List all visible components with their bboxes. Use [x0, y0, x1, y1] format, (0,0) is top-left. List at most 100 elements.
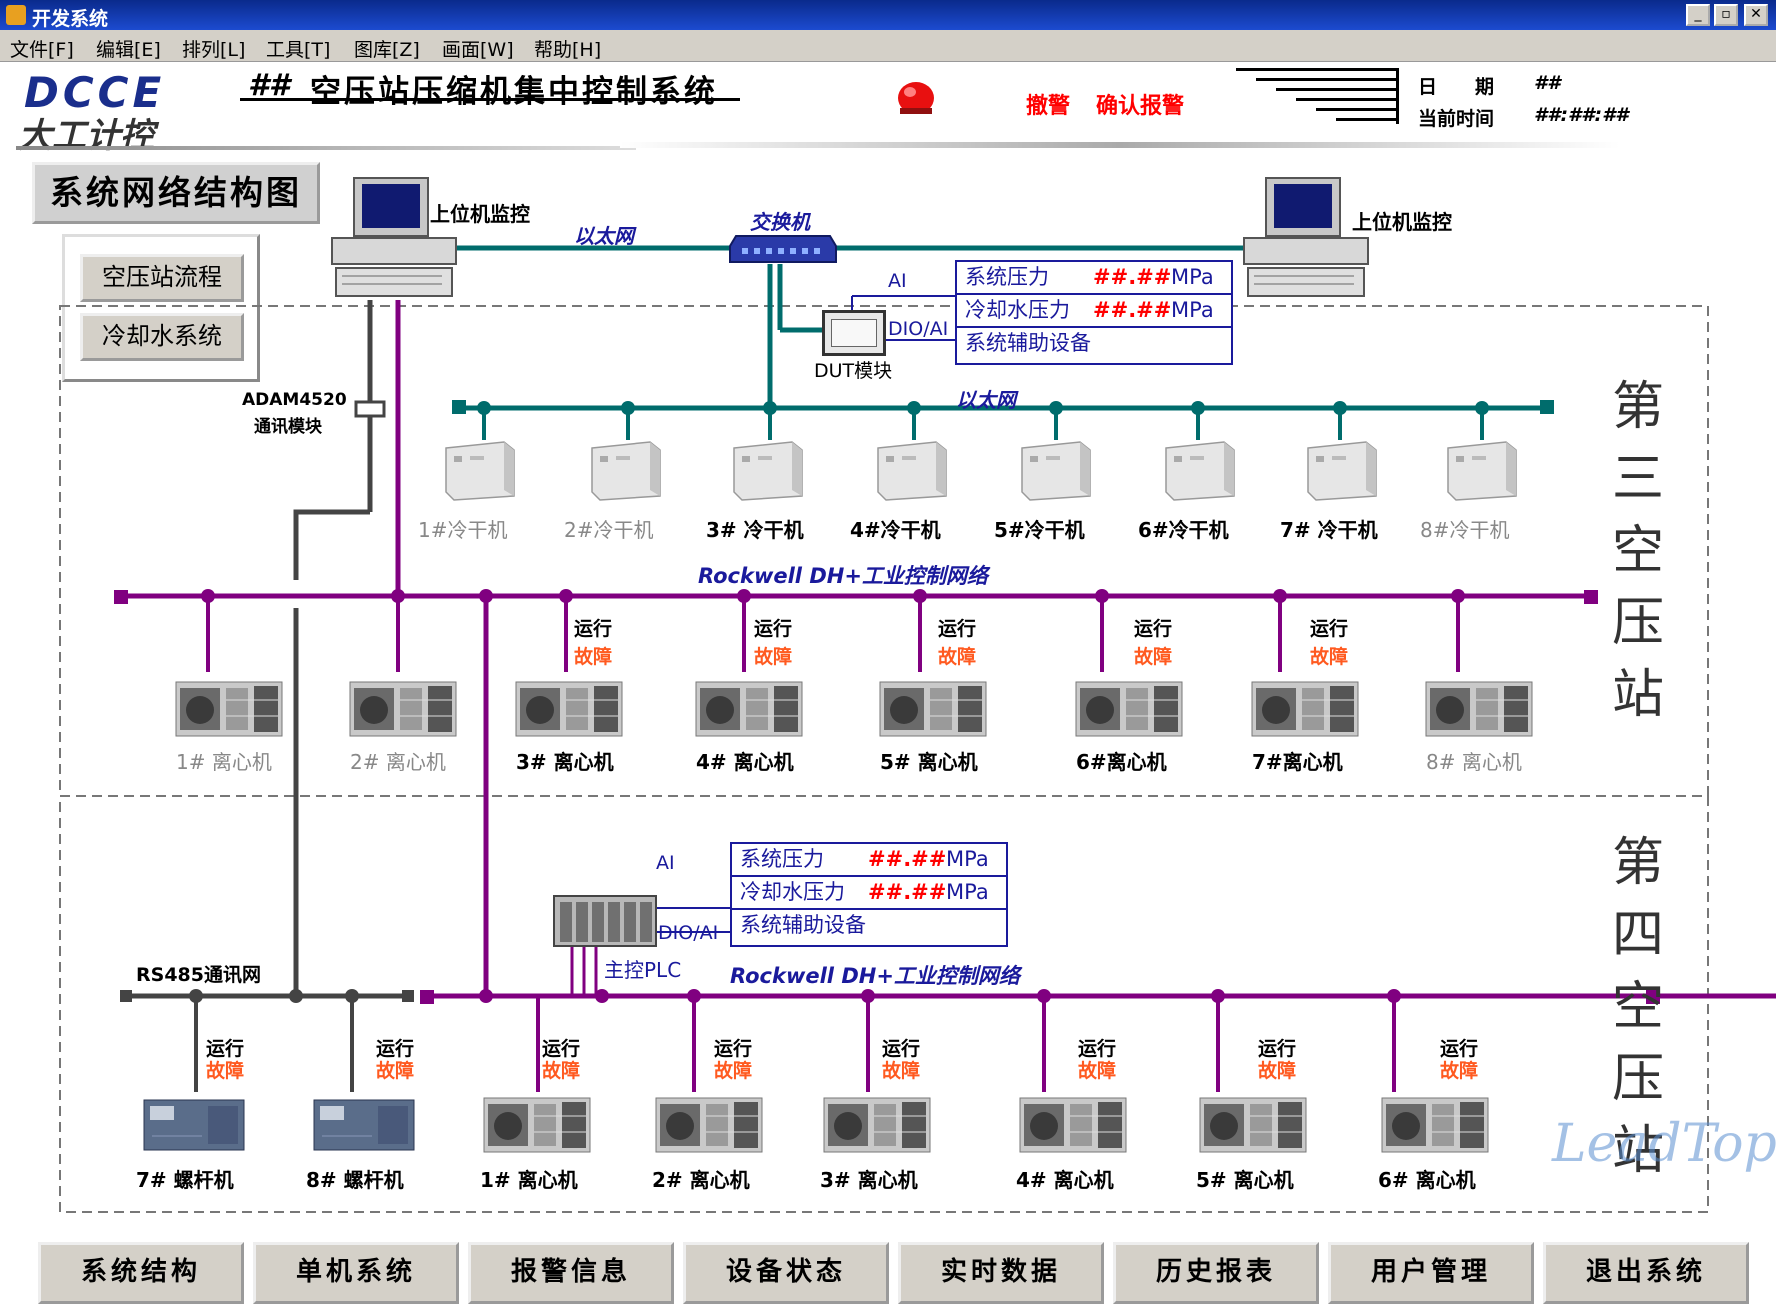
dryer-label: 7# 冷干机: [1280, 518, 1378, 542]
dryer-label: 4#冷干机: [850, 518, 941, 542]
station-label-char: 三: [1612, 449, 1665, 509]
centrifugal-label: 2# 离心机: [350, 750, 446, 774]
run-status: 运行: [1134, 618, 1173, 640]
rockwell-label-station4: Rockwell DH+工业控制网络: [730, 964, 1020, 988]
fault-status: 故障: [542, 1060, 581, 1082]
ethernet-end-left: [452, 400, 466, 414]
fault-status: 故障: [1310, 646, 1349, 668]
fault-status: 故障: [938, 646, 977, 668]
alarm-info-button[interactable]: 报警信息: [468, 1242, 674, 1304]
dryer-2-icon[interactable]: [586, 440, 662, 502]
host-computer-right-icon: [1242, 176, 1370, 300]
adam-label: ADAM4520: [242, 390, 347, 410]
centrifugal-st4-3-icon[interactable]: [822, 1092, 934, 1156]
fault-status: 故障: [882, 1060, 921, 1082]
info-box-station3: 系统压力 ##.## MPa 冷却水压力 ##.## MPa 系统辅助设备: [955, 260, 1233, 365]
centrifugal-label: 6#离心机: [1076, 750, 1167, 774]
station-label-char: 站: [1612, 665, 1665, 725]
dio-ai-label-top: DIO/AI: [888, 318, 949, 340]
dryer-7-icon[interactable]: [1302, 440, 1378, 502]
centrifugal-st3-6-icon[interactable]: [1074, 676, 1186, 740]
ethernet-label-dryers: 以太网: [956, 388, 1016, 412]
main-plc-label: 主控PLC: [604, 958, 682, 982]
user-management-button[interactable]: 用户管理: [1328, 1242, 1534, 1304]
cooling-pressure-value: ##.##: [868, 880, 947, 904]
device-status-button[interactable]: 设备状态: [683, 1242, 889, 1304]
centrifugal-st3-7-icon[interactable]: [1250, 676, 1362, 740]
run-status: 运行: [574, 618, 613, 640]
fault-status: 故障: [754, 646, 793, 668]
station-label-char: 压: [1612, 1049, 1665, 1109]
centrifugal-st3-3-icon[interactable]: [514, 676, 626, 740]
dryer-label: 3# 冷干机: [706, 518, 804, 542]
watermark: LeadTop: [1552, 1114, 1776, 1174]
centrifugal-st3-8-icon[interactable]: [1424, 676, 1536, 740]
centrifugal-label: 1# 离心机: [176, 750, 272, 774]
info-row-aux: 系统辅助设备: [732, 910, 1006, 943]
centrifugal-st3-2-icon[interactable]: [348, 676, 460, 740]
fault-status: 故障: [574, 646, 613, 668]
centrifugal-st4-4-icon[interactable]: [1018, 1092, 1130, 1156]
centrifugal-st4-1-icon[interactable]: [482, 1092, 594, 1156]
dryer-1-icon[interactable]: [440, 440, 516, 502]
dryer-4-icon[interactable]: [872, 440, 948, 502]
dryer-label: 6#冷干机: [1138, 518, 1229, 542]
unit-label: MPa: [946, 847, 989, 871]
realtime-data-button[interactable]: 实时数据: [898, 1242, 1104, 1304]
plc-rack-icon: [552, 894, 658, 948]
station-label-char: 压: [1612, 593, 1665, 653]
ai-label-plc: AI: [656, 852, 675, 874]
screw-compressor-8-icon[interactable]: [312, 1096, 416, 1152]
info-box-station4: 系统压力 ##.## MPa 冷却水压力 ##.## MPa 系统辅助设备: [730, 842, 1008, 947]
info-label: 系统压力: [740, 847, 824, 871]
unit-label: MPa: [1171, 298, 1214, 322]
host-label-right: 上位机监控: [1352, 210, 1452, 234]
exit-system-button[interactable]: 退出系统: [1543, 1242, 1749, 1304]
centrifugal-label: 5# 离心机: [1196, 1168, 1294, 1192]
screw-compressor-7-icon[interactable]: [142, 1096, 246, 1152]
info-row-pressure: 系统压力 ##.## MPa: [732, 844, 1006, 877]
switch-label: 交换机: [750, 210, 810, 234]
network-switch-icon: [728, 234, 838, 264]
centrifugal-label: 7#离心机: [1252, 750, 1343, 774]
centrifugal-st3-5-icon[interactable]: [878, 676, 990, 740]
dryer-8-icon[interactable]: [1442, 440, 1518, 502]
dryer-5-icon[interactable]: [1016, 440, 1092, 502]
single-unit-button[interactable]: 单机系统: [253, 1242, 459, 1304]
run-status: 运行: [1310, 618, 1349, 640]
centrifugal-st4-5-icon[interactable]: [1198, 1092, 1310, 1156]
cooling-pressure-value: ##.##: [1093, 298, 1172, 322]
fault-status: 故障: [1134, 646, 1173, 668]
fault-status: 故障: [1258, 1060, 1297, 1082]
system-structure-button[interactable]: 系统结构: [38, 1242, 244, 1304]
pressure-value: ##.##: [868, 847, 947, 871]
unit-label: MPa: [1171, 265, 1214, 289]
dut-label: DUT模块: [814, 360, 893, 382]
fault-status: 故障: [376, 1060, 415, 1082]
ethernet-end-right: [1540, 400, 1554, 414]
info-label: 系统压力: [965, 265, 1049, 289]
ethernet-label-top: 以太网: [574, 224, 634, 248]
dryer-3-icon[interactable]: [728, 440, 804, 502]
ai-label-top: AI: [888, 270, 907, 292]
centrifugal-st3-4-icon[interactable]: [694, 676, 806, 740]
centrifugal-st4-6-icon[interactable]: [1380, 1092, 1492, 1156]
centrifugal-st4-2-icon[interactable]: [654, 1092, 766, 1156]
pressure-value: ##.##: [1093, 265, 1172, 289]
dryer-label: 2#冷干机: [564, 518, 654, 542]
station-label-char: 四: [1612, 905, 1665, 965]
info-label: 系统辅助设备: [965, 331, 1091, 355]
centrifugal-label: 5# 离心机: [880, 750, 978, 774]
dryer-label: 5#冷干机: [994, 518, 1085, 542]
centrifugal-st3-1-icon[interactable]: [174, 676, 286, 740]
dryer-label: 1#冷干机: [418, 518, 508, 542]
dryer-6-icon[interactable]: [1160, 440, 1236, 502]
dio-ai-label-plc: DIO/AI: [658, 922, 719, 944]
fault-status: 故障: [1078, 1060, 1117, 1082]
station-label-char: 第: [1612, 377, 1665, 437]
info-row-cooling: 冷却水压力 ##.## MPa: [732, 877, 1006, 910]
fault-status: 故障: [714, 1060, 753, 1082]
history-report-button[interactable]: 历史报表: [1113, 1242, 1319, 1304]
dut-module-icon: [822, 310, 886, 356]
centrifugal-label: 3# 离心机: [820, 1168, 918, 1192]
